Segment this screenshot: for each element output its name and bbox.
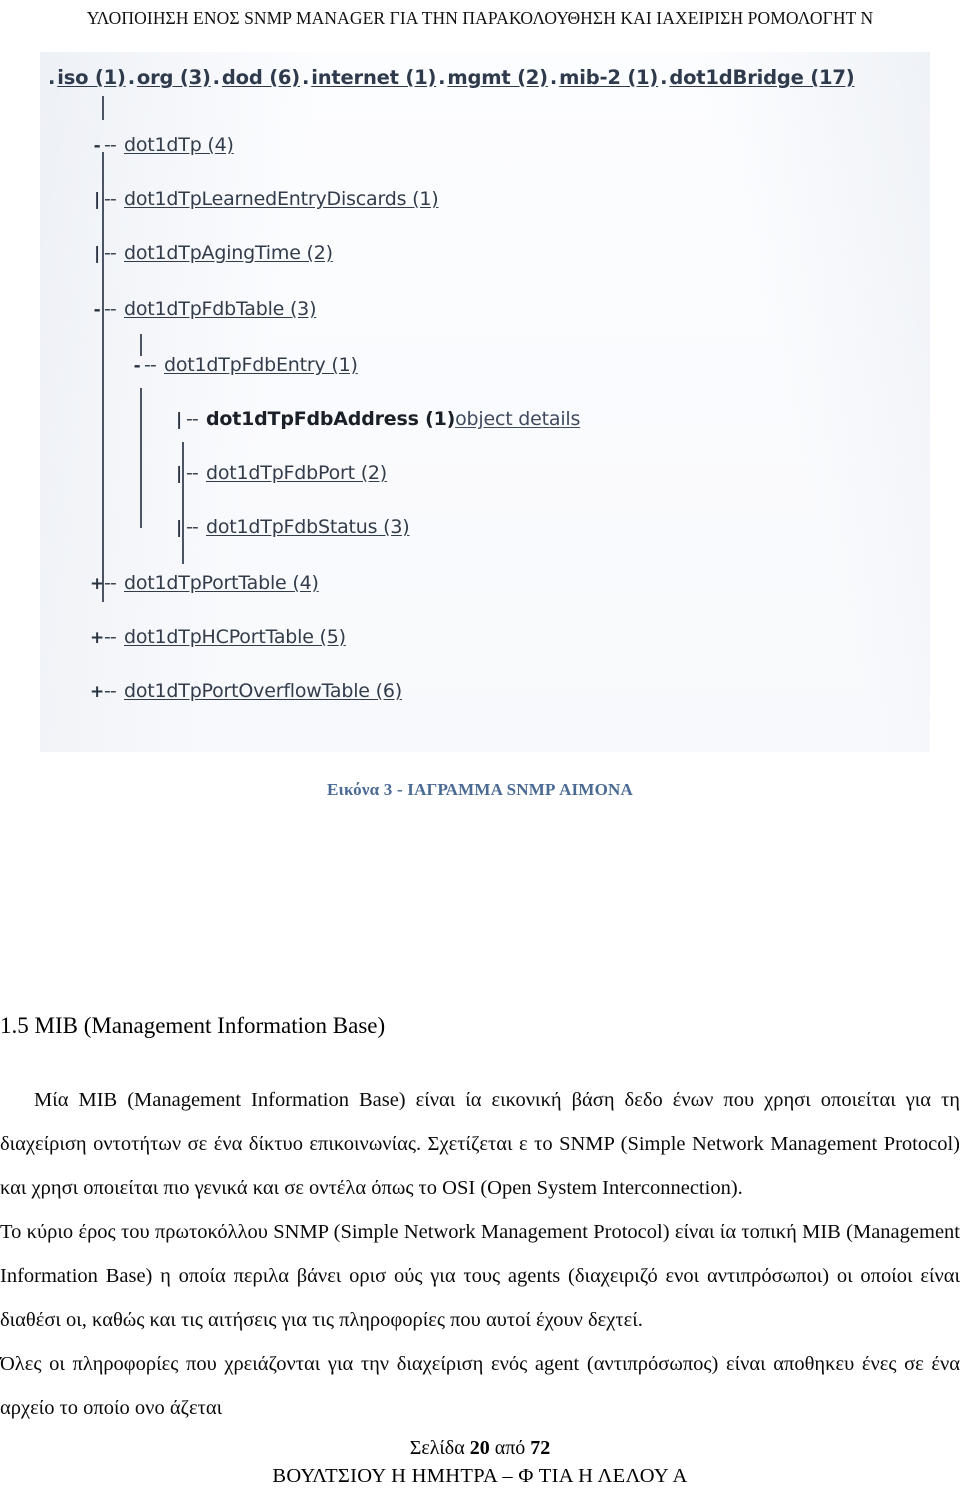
branch-dash-icon-4: -- bbox=[144, 354, 157, 376]
expander-icon-porttable[interactable]: + bbox=[90, 574, 104, 594]
tree-trunk-level1 bbox=[102, 96, 104, 120]
tree-node-label-fdbaddress[interactable]: dot1dTpFdbAddress (1) bbox=[206, 408, 455, 430]
branch-dash-icon-1: -- bbox=[104, 188, 117, 210]
tree-node-label-fdbentry[interactable]: dot1dTpFdbEntry (1) bbox=[164, 354, 358, 376]
tree-node-agingtime[interactable]: | -- dot1dTpAgingTime (2) bbox=[90, 242, 333, 264]
tree-node-portoverflowtable[interactable]: +-- dot1dTpPortOverflowTable (6) bbox=[90, 680, 402, 702]
mib-oid-path-breadcrumb: . iso (1). org (3). dod (6). internet (1). mg… bbox=[46, 66, 855, 89]
expander-icon-dot1dtp[interactable]: - bbox=[90, 136, 104, 156]
path-segment-dod[interactable]: dod (6) bbox=[222, 66, 300, 89]
path-separator-5: . bbox=[549, 66, 558, 89]
object-details-link[interactable]: object details bbox=[455, 408, 580, 430]
tree-node-learnedentrydiscards[interactable]: | -- dot1dTpLearnedEntryDiscards (1) bbox=[90, 188, 439, 210]
tree-node-fdbstatus[interactable]: | -- dot1dTpFdbStatus (3) bbox=[172, 516, 410, 538]
figure-caption: Εικόνα 3 - ΙΑΓΡΑΜΜΑ SNMP ΑΙΜΟΝΑ bbox=[327, 780, 633, 799]
branch-dash-icon-0: -- bbox=[104, 134, 117, 156]
tree-node-label-agingtime[interactable]: dot1dTpAgingTime (2) bbox=[124, 242, 333, 264]
mib-browser-screenshot: . iso (1). org (3). dod (6). internet (1). mg… bbox=[40, 52, 930, 752]
footer-total-pages: 72 bbox=[530, 1437, 551, 1459]
tree-trunk-level1-b bbox=[102, 152, 104, 602]
tree-node-fdbport[interactable]: | -- dot1dTpFdbPort (2) bbox=[172, 462, 387, 484]
path-segment-dot1dbridge[interactable]: dot1dBridge (17) bbox=[669, 66, 854, 89]
footer-current-page: 20 bbox=[469, 1437, 490, 1459]
branch-dash-icon-6: -- bbox=[186, 462, 199, 484]
expander-icon-agingtime: | bbox=[93, 244, 100, 264]
tree-node-label-portoverflowtable[interactable]: dot1dTpPortOverflowTable (6) bbox=[124, 680, 402, 702]
tree-node-label-fdbport[interactable]: dot1dTpFdbPort (2) bbox=[206, 462, 387, 484]
expander-icon-fdbstatus: | bbox=[175, 518, 182, 538]
expander-icon-learnedentrydiscards: | bbox=[93, 190, 100, 210]
tree-node-label-dot1dtp[interactable]: dot1dTp (4) bbox=[124, 134, 234, 156]
tree-trunk-level2 bbox=[140, 334, 142, 356]
expander-icon-fdbtable[interactable]: - bbox=[90, 300, 104, 320]
tree-trunk-level2-b bbox=[140, 388, 142, 528]
tree-node-label-hcporttable[interactable]: dot1dTpHCPortTable (5) bbox=[124, 626, 346, 648]
tree-node-label-fdbstatus[interactable]: dot1dTpFdbStatus (3) bbox=[206, 516, 410, 538]
body-text-container: Μία MIB (Management Information Base) εί… bbox=[0, 1078, 960, 1430]
branch-dash-icon-10: -- bbox=[104, 680, 117, 702]
tree-node-dot1dtp[interactable]: - -- dot1dTp (4) bbox=[90, 134, 234, 156]
tree-node-label-porttable[interactable]: dot1dTpPortTable (4) bbox=[124, 572, 319, 594]
path-segment-internet[interactable]: internet (1) bbox=[311, 66, 436, 89]
expander-icon-fdbaddress: | bbox=[175, 410, 182, 430]
tree-node-label-learnedentrydiscards[interactable]: dot1dTpLearnedEntryDiscards (1) bbox=[124, 188, 439, 210]
path-segment-mib2[interactable]: mib-2 (1) bbox=[559, 66, 658, 89]
tree-node-porttable[interactable]: +-- dot1dTpPortTable (4) bbox=[90, 572, 319, 594]
branch-dash-icon-5: -- bbox=[186, 408, 199, 430]
expander-icon-portoverflowtable[interactable]: + bbox=[90, 682, 104, 702]
section-heading-1-5: 1.5 MIB (Management Information Base) bbox=[0, 1013, 386, 1038]
path-separator-4: . bbox=[438, 66, 446, 89]
path-separator-0: . bbox=[48, 66, 56, 89]
expander-icon-hcporttable[interactable]: + bbox=[90, 628, 104, 648]
figure-3-block: . iso (1). org (3). dod (6). internet (1). mg… bbox=[0, 52, 960, 792]
footer-of-label: από bbox=[494, 1437, 526, 1459]
path-segment-mgmt[interactable]: mgmt (2) bbox=[447, 66, 548, 89]
tree-node-fdbaddress[interactable]: | -- dot1dTpFdbAddress (1)object details bbox=[172, 408, 580, 430]
footer-authors: ΒΟΥΛΤΣΙΟΥ Η ΗΜΗΤΡΑ – Φ ΤΙΑ Η ΛΕΛΟΥ Α bbox=[272, 1465, 688, 1487]
paragraph-mib-definition: Μία MIB (Management Information Base) εί… bbox=[0, 1089, 960, 1199]
tree-node-hcporttable[interactable]: +-- dot1dTpHCPortTable (5) bbox=[90, 626, 346, 648]
path-separator-2: . bbox=[212, 66, 220, 89]
expander-icon-fdbentry[interactable]: - bbox=[130, 356, 144, 376]
tree-trunk-level3 bbox=[182, 442, 184, 564]
path-segment-org[interactable]: org (3) bbox=[137, 66, 211, 89]
tree-node-label-fdbtable[interactable]: dot1dTpFdbTable (3) bbox=[124, 298, 316, 320]
branch-dash-icon-9: -- bbox=[104, 626, 117, 648]
path-segment-iso[interactable]: iso (1) bbox=[57, 66, 126, 89]
path-separator-3: . bbox=[302, 66, 310, 89]
path-separator-1: . bbox=[127, 66, 135, 89]
tree-node-fdbentry[interactable]: - -- dot1dTpFdbEntry (1) bbox=[130, 354, 358, 376]
running-header-title: ΥΛΟΠΟΙΗΣΗ ΕΝΟΣ SNMP MANAGER ΓΙΑ ΤΗΝ ΠΑΡΑ… bbox=[86, 8, 874, 28]
expander-icon-fdbport: | bbox=[175, 464, 182, 484]
branch-dash-icon-7: -- bbox=[186, 516, 199, 538]
tree-node-fdbtable[interactable]: - -- dot1dTpFdbTable (3) bbox=[90, 298, 317, 320]
footer-page-number: Σελίδα 20 από 72 bbox=[0, 1437, 960, 1460]
branch-dash-icon-3: -- bbox=[104, 298, 117, 320]
footer-page-label: Σελίδα bbox=[409, 1437, 465, 1459]
path-separator-6: . bbox=[660, 66, 668, 89]
paragraph-snmp-local-mib: Το κύριο έρος του πρωτοκόλλου SNMP (Simp… bbox=[0, 1221, 960, 1331]
paragraph-agent-storage: Όλες οι πληροφορίες που χρειάζονται για … bbox=[0, 1353, 960, 1419]
branch-dash-icon-2: -- bbox=[104, 242, 117, 264]
branch-dash-icon-8: -- bbox=[104, 572, 117, 594]
